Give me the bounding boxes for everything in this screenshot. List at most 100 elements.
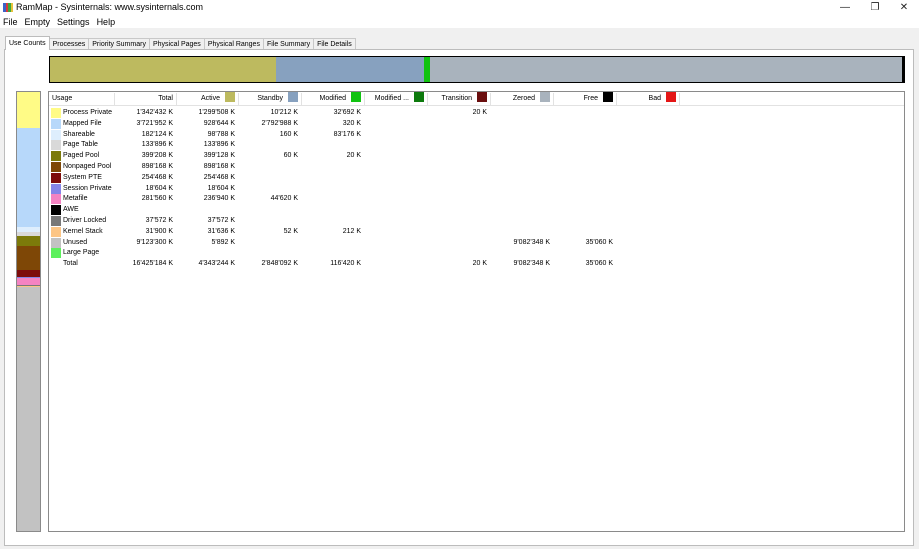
value-transition: 20 K [472, 260, 487, 268]
usage-name: Large Page [63, 249, 100, 257]
column-header-active[interactable]: Active [179, 92, 235, 106]
column-divider[interactable] [616, 93, 617, 105]
menu-file[interactable]: File [3, 17, 18, 27]
table-row[interactable]: Process Private 1'342'432 K 1'299'508 K 10'… [49, 108, 904, 119]
restore-button[interactable]: ❐ [860, 0, 890, 15]
table-row[interactable]: Unused 9'123'300 K 5'892 K 9'082'348 K 35'06… [49, 237, 904, 249]
legend-swatch [351, 92, 361, 103]
bar-segment-unused [17, 287, 40, 531]
column-divider[interactable] [176, 93, 177, 105]
table-row[interactable]: Kernel Stack 31'900 K 31'636 K 52 K 212 K [49, 226, 904, 238]
value-total: 31'900 K [145, 227, 173, 235]
table-row[interactable]: System PTE 254'468 K 254'468 K [49, 172, 904, 184]
menu-help[interactable]: Help [97, 17, 116, 27]
value-active: 4'343'244 K [198, 260, 235, 268]
usage-name: Nonpaged Pool [63, 163, 112, 170]
column-divider[interactable] [427, 93, 428, 105]
column-divider[interactable] [238, 93, 239, 105]
value-standby: 2'792'988 K [261, 119, 298, 127]
usage-name: Page Table [63, 141, 98, 149]
value-active: 18'604 K [207, 184, 235, 192]
column-label: Usage [52, 95, 73, 102]
usage-swatch [51, 140, 61, 151]
table-row[interactable]: Metafile 281'560 K 236'940 K 44'620 K [49, 194, 904, 205]
column-divider[interactable] [301, 93, 302, 105]
value-modified: 320 K [342, 119, 361, 127]
column-header-total[interactable]: Total [117, 92, 173, 106]
column-divider[interactable] [553, 93, 554, 105]
table-row[interactable]: Paged Pool 399'208 K 399'128 K 60 K 20 K [49, 151, 904, 162]
legend-swatch [288, 92, 298, 103]
usage-swatch [51, 226, 61, 237]
bar-segment-metafile [17, 277, 40, 286]
column-header-modified[interactable]: Modified ... [368, 92, 424, 106]
memory-usage-bar [16, 91, 41, 532]
table-header: Usage Total Active Standby Modified Modified … [49, 92, 904, 106]
column-divider[interactable] [114, 93, 115, 105]
value-active: 31'636 K [207, 227, 235, 235]
column-header-modified[interactable]: Modified [305, 92, 361, 106]
column-label: Bad [648, 95, 661, 102]
value-total: 281'560 K [141, 195, 173, 203]
column-header-transition[interactable]: Transition [431, 92, 487, 106]
value-total: 254'468 K [141, 173, 173, 181]
table-row[interactable]: Driver Locked 37'572 K 37'572 K [49, 216, 904, 227]
value-modified: 32'692 K [333, 109, 361, 116]
usage-swatch [51, 216, 61, 226]
value-total: 16'425'184 K [132, 260, 173, 268]
column-label: Modified [319, 95, 346, 102]
table-row[interactable]: AWE [49, 205, 904, 216]
usage-name: Session Private [63, 184, 112, 192]
value-active: 98'788 K [207, 130, 235, 138]
column-label: Modified ... [374, 95, 409, 102]
bar-segment-free [902, 57, 904, 82]
column-label: Standby [257, 95, 283, 102]
column-header-zeroed[interactable]: Zeroed [494, 92, 550, 106]
usage-name: Total [63, 260, 78, 268]
table-row[interactable]: Nonpaged Pool 898'168 K 898'168 K [49, 162, 904, 173]
value-active: 5'892 K [211, 238, 235, 246]
column-label: Total [158, 95, 173, 102]
column-divider[interactable] [364, 93, 365, 105]
value-total: 898'168 K [141, 163, 173, 170]
usage-swatch [51, 162, 61, 172]
table-row[interactable]: Session Private 18'604 K 18'604 K [49, 183, 904, 195]
usage-name: Driver Locked [63, 217, 107, 224]
value-active: 399'128 K [203, 152, 235, 160]
tab-use-counts[interactable]: Use Counts [5, 36, 50, 50]
column-header-standby[interactable]: Standby [242, 92, 298, 106]
bar-segment-standby [275, 57, 424, 82]
menu-settings[interactable]: Settings [57, 17, 90, 27]
value-standby: 52 K [283, 227, 298, 235]
value-modified: 83'176 K [333, 130, 361, 138]
legend-swatch [666, 92, 676, 103]
use-counts-table[interactable]: Usage Total Active Standby Modified Modified … [48, 91, 905, 532]
minimize-button[interactable]: — [830, 0, 860, 15]
usage-swatch [51, 237, 61, 248]
table-row[interactable]: Mapped File 3'721'952 K 928'644 K 2'792'988… [49, 118, 904, 130]
usage-swatch [51, 194, 61, 205]
table-row[interactable]: Page Table 133'896 K 133'896 K [49, 140, 904, 151]
column-header-free[interactable]: Free [557, 92, 613, 106]
menu-bar: File Empty Settings Help [0, 15, 919, 28]
menu-empty[interactable]: Empty [25, 17, 51, 27]
value-active: 928'644 K [203, 119, 235, 127]
value-total: 18'604 K [145, 184, 173, 192]
value-active: 37'572 K [207, 217, 235, 224]
bar-segment-mapped-file [17, 127, 40, 228]
table-row[interactable]: Total 16'425'184 K 4'343'244 K 2'848'092 K 1… [49, 259, 904, 270]
usage-name: System PTE [63, 173, 102, 181]
column-divider[interactable] [679, 93, 680, 105]
value-total: 9'123'300 K [136, 238, 173, 246]
usage-name: Shareable [63, 130, 95, 138]
bar-segment-nonpaged-pool [17, 246, 40, 271]
value-transition: 20 K [472, 109, 487, 116]
value-modified: 212 K [342, 227, 361, 235]
column-header-usage[interactable]: Usage [52, 92, 111, 106]
table-row[interactable]: Shareable 182'124 K 98'788 K 160 K 83'176 K [49, 129, 904, 141]
column-header-bad[interactable]: Bad [620, 92, 676, 106]
table-row[interactable]: Large Page [49, 248, 904, 259]
column-divider[interactable] [490, 93, 491, 105]
close-button[interactable]: ✕ [889, 0, 919, 15]
column-label: Free [583, 95, 598, 102]
